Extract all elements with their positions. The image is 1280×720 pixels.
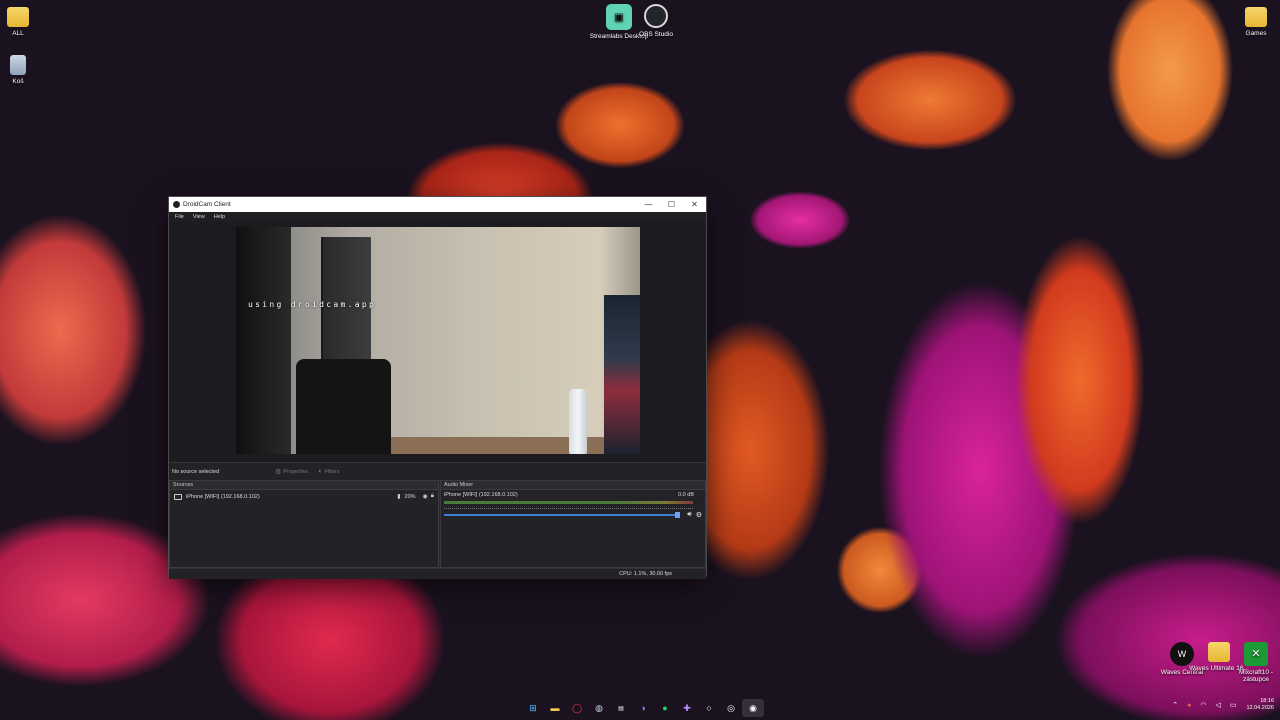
camera-preview[interactable]: using droidcam.app [236, 227, 640, 454]
droidcam-window: DroidCam Client — ☐ ✕ File View Help usi… [168, 196, 707, 579]
epic-games-icon[interactable]: ▤ [610, 699, 632, 717]
close-button[interactable]: ✕ [683, 197, 706, 212]
volume-meter [444, 501, 693, 504]
window-titlebar[interactable]: DroidCam Client — ☐ ✕ [169, 197, 706, 212]
taskbar-apps: ⊞ ▬ ◯ ◍ ▤ ◑ ● ✚ ○ ◎ ◉ [522, 699, 764, 717]
speaker-icon[interactable]: 🔊︎ [687, 511, 691, 519]
clock-time: 18:16 [1260, 698, 1274, 704]
battery-icon: ▮ [397, 494, 401, 500]
preview-chair [296, 359, 391, 454]
desktop-icon-label: Mixcraft10 - zástupce [1239, 669, 1273, 683]
desktop-icon-all[interactable]: ALL [0, 7, 48, 37]
mixer-db: 0.0 dB [678, 492, 694, 498]
source-toolbar: No source selected ⚙ Properties ◐ Filters [169, 462, 706, 480]
spotify-icon[interactable]: ● [654, 699, 676, 717]
camera-icon [174, 493, 182, 500]
folder-icon [7, 7, 29, 27]
desktop-icon-recycle-bin[interactable]: Koš [0, 55, 48, 85]
obs-icon [644, 4, 668, 28]
recycle-bin-icon [10, 55, 26, 75]
sources-panel: Sources iPhone [WIFI] (192.168.0.102) ▮ … [169, 480, 439, 568]
desktop-icon-label: Koš [12, 78, 24, 85]
mixer-channel: iPhone [WIFI] (192.168.0.102) 0.0 dB [441, 490, 705, 500]
github-icon[interactable]: ○ [698, 699, 720, 717]
battery-icon[interactable]: ▭ [1230, 701, 1237, 709]
chevron-up-icon[interactable]: ⌃ [1172, 701, 1178, 709]
wifi-icon[interactable]: ◠ [1200, 701, 1206, 709]
mixer-channel-name: iPhone [WIFI] (192.168.0.102) [444, 492, 518, 498]
clock[interactable]: 18:16 12.04.2026 [1246, 698, 1274, 712]
battery-percent: 20% [404, 493, 416, 500]
preview-shadow [236, 227, 291, 454]
desktop-icon-games[interactable]: Games [1226, 7, 1280, 37]
mixcraft-icon: ✕ [1244, 642, 1268, 666]
volume-slider[interactable] [444, 512, 681, 518]
microphone-icon[interactable]: ● [1187, 702, 1191, 709]
droidcam-icon [173, 201, 180, 208]
preview-watermark: using droidcam.app [248, 300, 377, 309]
volume-slider-row: 🔊︎ ⚙ [441, 509, 705, 521]
filters-button[interactable]: ◐ Filters [318, 468, 339, 475]
dock-panels: Sources iPhone [WIFI] (192.168.0.102) ▮ … [169, 480, 706, 568]
filter-icon: ◐ [318, 468, 323, 475]
discord-icon[interactable]: ◑ [632, 699, 654, 717]
visibility-eye-icon[interactable]: ◉ [423, 493, 428, 500]
folder-icon [1245, 7, 1267, 27]
no-source-label: No source selected [172, 468, 220, 475]
desktop-icon-label: ALL [12, 30, 24, 37]
droidcam-icon[interactable]: ◉ [742, 699, 764, 717]
preview-area: using droidcam.app [169, 222, 706, 462]
gear-icon[interactable]: ⚙ [696, 511, 702, 519]
opera-icon[interactable]: ◯ [566, 699, 588, 717]
desktop-icon-obs[interactable]: OBS Studio [626, 4, 686, 38]
gear-icon: ⚙ [275, 468, 282, 476]
menu-help[interactable]: Help [214, 214, 225, 220]
sources-heading: Sources [170, 481, 438, 490]
maximize-button[interactable]: ☐ [660, 197, 683, 212]
steam-icon[interactable]: ◍ [588, 699, 610, 717]
file-explorer-icon[interactable]: ▬ [544, 699, 566, 717]
taskbar: ⊞ ▬ ◯ ◍ ▤ ◑ ● ✚ ○ ◎ ◉ ⌃ ● ◠ ◁ ▭ 18:16 12… [0, 696, 1280, 720]
source-item[interactable]: iPhone [WIFI] (192.168.0.102) ▮ 20% ◉ 🔒︎ [170, 491, 438, 502]
clock-date: 12.04.2026 [1246, 705, 1274, 711]
game-controller-icon[interactable]: ✚ [676, 699, 698, 717]
audio-mixer-panel: Audio Mixer iPhone [WIFI] (192.168.0.102… [440, 480, 706, 568]
preview-bottle [569, 389, 587, 454]
menu-bar: File View Help [169, 212, 706, 222]
desktop-icon-label: OBS Studio [639, 31, 673, 38]
obs-icon[interactable]: ◎ [720, 699, 742, 717]
audio-mixer-heading: Audio Mixer [441, 481, 705, 490]
properties-button[interactable]: ⚙ Properties [275, 468, 308, 476]
desktop-icon-label: Games [1245, 30, 1267, 37]
volume-icon[interactable]: ◁ [1215, 701, 1220, 709]
lock-icon[interactable]: 🔒︎ [431, 493, 434, 500]
windows-start-icon[interactable]: ⊞ [522, 699, 544, 717]
window-title: DroidCam Client [183, 201, 231, 208]
minimize-button[interactable]: — [637, 197, 660, 212]
menu-file[interactable]: File [175, 214, 184, 220]
menu-view[interactable]: View [193, 214, 205, 220]
source-name: iPhone [WIFI] (192.168.0.102) [186, 493, 260, 500]
system-tray: ⌃ ● ◠ ◁ ▭ 18:16 12.04.2026 [1163, 698, 1274, 712]
preview-monitor [604, 295, 640, 454]
volume-slider-handle[interactable] [675, 512, 681, 518]
status-bar: CPU: 1.1%, 30.00 fps [169, 568, 706, 579]
desktop-icon-mixcraft[interactable]: ✕ Mixcraft10 - zástupce [1226, 642, 1280, 683]
